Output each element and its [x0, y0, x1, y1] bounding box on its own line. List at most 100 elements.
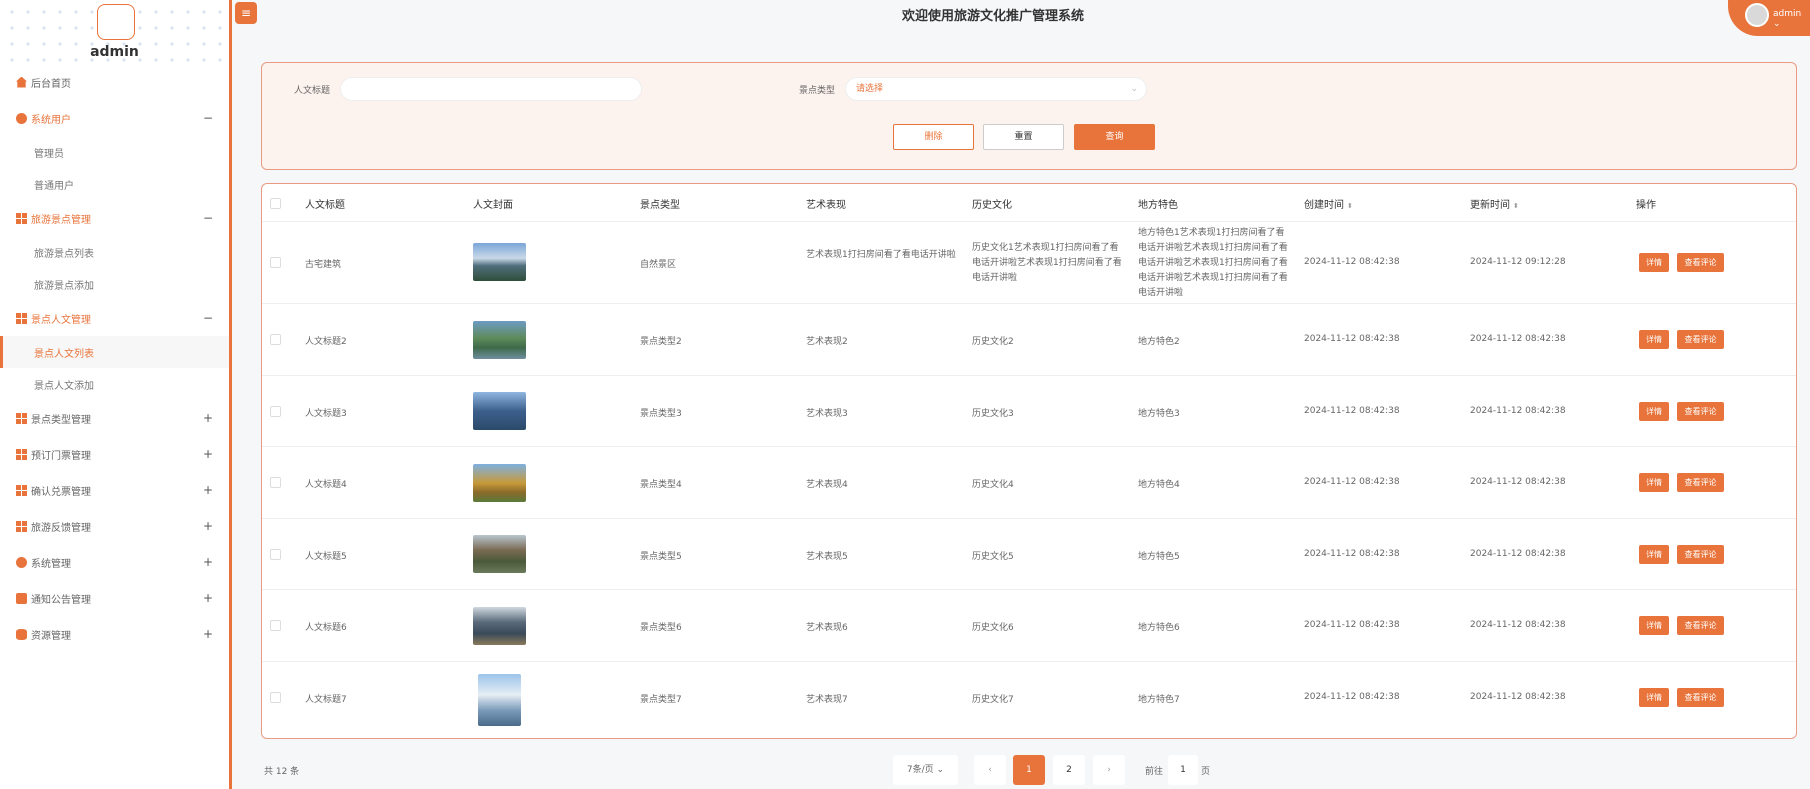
detail-button[interactable]: 详情 — [1639, 616, 1669, 635]
expand-icon[interactable]: + — [203, 591, 213, 605]
detail-button[interactable]: 详情 — [1639, 253, 1669, 272]
cell-updated: 2024-11-12 08:42:38 — [1470, 549, 1566, 559]
cell-history: 历史文化1艺术表现1打扫房间看了看电话开讲啦艺术表现1打扫房间看了看电话开讲啦 — [972, 243, 1122, 283]
page-title: 欢迎使用旅游文化推广管理系统 — [901, 9, 1084, 24]
goto-page-input[interactable]: 1 — [1168, 755, 1198, 785]
notice-icon — [16, 592, 27, 604]
grid-icon — [16, 484, 27, 496]
detail-button[interactable]: 详情 — [1639, 473, 1669, 492]
col-created-label: 创建时间 — [1304, 200, 1344, 211]
next-page-button[interactable]: › — [1093, 755, 1125, 785]
row-checkbox[interactable] — [270, 334, 281, 345]
reset-button[interactable]: 重置 — [983, 124, 1064, 150]
sidebar-item-spot-culture[interactable]: 景点人文管理 − — [0, 300, 229, 336]
cell-created: 2024-11-12 08:42:38 — [1304, 549, 1400, 559]
hamburger-icon[interactable]: ≡ — [235, 2, 257, 24]
sidebar-subitem-spot-list[interactable]: 旅游景点列表 — [0, 236, 229, 268]
detail-button[interactable]: 详情 — [1639, 402, 1669, 421]
cell-updated: 2024-11-12 08:42:38 — [1470, 334, 1566, 344]
view-comments-button[interactable]: 查看评论 — [1677, 402, 1724, 421]
search-panel: 人文标题 景点类型 请选择 ⌄ 删除 重置 查询 — [261, 62, 1797, 170]
table-row: 人文标题3 景点类型3 艺术表现3 历史文化3 地方特色3 2024-11-12… — [262, 376, 1796, 447]
sidebar-item-system-users[interactable]: 系统用户 − — [0, 100, 229, 136]
expand-icon[interactable]: + — [203, 519, 213, 533]
grid-icon — [16, 212, 27, 224]
row-checkbox[interactable] — [270, 257, 281, 268]
view-comments-button[interactable]: 查看评论 — [1677, 473, 1724, 492]
detail-button[interactable]: 详情 — [1639, 545, 1669, 564]
row-checkbox[interactable] — [270, 477, 281, 488]
total-count: 共 12 条 — [264, 767, 300, 777]
sidebar-subitem-spot-add[interactable]: 旅游景点添加 — [0, 268, 229, 300]
sidebar-item-system[interactable]: 系统管理 + — [0, 544, 229, 580]
expand-icon[interactable]: + — [203, 555, 213, 569]
view-comments-button[interactable]: 查看评论 — [1677, 253, 1724, 272]
row-checkbox[interactable] — [270, 549, 281, 560]
table-row: 人文标题5 景点类型5 艺术表现5 历史文化5 地方特色5 2024-11-12… — [262, 519, 1796, 590]
expand-icon[interactable]: + — [203, 627, 213, 641]
col-updated[interactable]: 更新时间 ⬍ — [1470, 196, 1519, 211]
prev-page-button[interactable]: ‹ — [974, 755, 1006, 785]
sidebar-item-home[interactable]: 后台首页 — [0, 64, 229, 100]
type-select[interactable]: 请选择 ⌄ — [845, 77, 1147, 101]
expand-icon[interactable]: + — [203, 447, 213, 461]
sort-icon[interactable]: ⬍ — [1347, 202, 1353, 210]
col-title: 人文标题 — [305, 200, 345, 211]
row-checkbox[interactable] — [270, 620, 281, 631]
row-checkbox[interactable] — [270, 692, 281, 703]
title-search-input[interactable] — [340, 77, 642, 101]
cell-updated: 2024-11-12 09:12:28 — [1470, 257, 1566, 267]
sidebar-item-feedback[interactable]: 旅游反馈管理 + — [0, 508, 229, 544]
sidebar-subitem-culture-add[interactable]: 景点人文添加 — [0, 368, 229, 400]
detail-button[interactable]: 详情 — [1639, 330, 1669, 349]
cell-local: 地方特色4 — [1138, 480, 1180, 490]
sidebar-item-notice[interactable]: 通知公告管理 + — [0, 580, 229, 616]
select-all-checkbox[interactable] — [270, 198, 281, 209]
page-size-select[interactable]: 7条/页 ⌄ — [893, 755, 958, 785]
expand-icon[interactable]: + — [203, 411, 213, 425]
collapse-icon[interactable]: − — [203, 111, 213, 125]
sidebar-item-ticket-booking[interactable]: 预订门票管理 + — [0, 436, 229, 472]
expand-icon[interactable]: + — [203, 483, 213, 497]
page-1-button[interactable]: 1 — [1013, 755, 1045, 785]
page-2-button[interactable]: 2 — [1053, 755, 1085, 785]
cell-title: 人文标题6 — [305, 623, 347, 633]
sidebar-subitem-culture-list[interactable]: 景点人文列表 — [0, 336, 229, 368]
sidebar-subitem-admins[interactable]: 管理员 — [0, 136, 229, 168]
grid-icon — [16, 312, 27, 324]
sidebar-item-label: 确认兑票管理 — [31, 486, 91, 498]
sidebar-item-resources[interactable]: 资源管理 + — [0, 616, 229, 652]
cell-history: 历史文化7 — [972, 695, 1014, 705]
sidebar-item-spot-types[interactable]: 景点类型管理 + — [0, 400, 229, 436]
view-comments-button[interactable]: 查看评论 — [1677, 545, 1724, 564]
cell-created: 2024-11-12 08:42:38 — [1304, 692, 1400, 702]
sidebar-item-label: 旅游景点管理 — [31, 214, 91, 226]
collapse-icon[interactable]: − — [203, 211, 213, 225]
view-comments-button[interactable]: 查看评论 — [1677, 330, 1724, 349]
view-comments-button[interactable]: 查看评论 — [1677, 688, 1724, 707]
detail-button[interactable]: 详情 — [1639, 688, 1669, 707]
col-created[interactable]: 创建时间 ⬍ — [1304, 196, 1353, 211]
karst-river-image — [473, 607, 526, 645]
collapse-icon[interactable]: − — [203, 311, 213, 325]
cell-local: 地方特色1艺术表现1打扫房间看了看电话开讲啦艺术表现1打扫房间看了看电话开讲啦艺… — [1138, 228, 1288, 298]
row-checkbox[interactable] — [270, 406, 281, 417]
cell-type: 景点类型3 — [640, 409, 682, 419]
cell-art: 艺术表现7 — [806, 695, 848, 705]
sidebar-item-scenic-spots[interactable]: 旅游景点管理 − — [0, 200, 229, 236]
sidebar-header: admin — [0, 0, 229, 64]
sort-icon[interactable]: ⬍ — [1513, 202, 1519, 210]
user-menu[interactable]: admin ⌄ — [1728, 0, 1810, 36]
cell-local: 地方特色7 — [1138, 695, 1180, 705]
cell-updated: 2024-11-12 08:42:38 — [1470, 692, 1566, 702]
sidebar-subitem-users[interactable]: 普通用户 — [0, 168, 229, 200]
cell-updated: 2024-11-12 08:42:38 — [1470, 406, 1566, 416]
view-comments-button[interactable]: 查看评论 — [1677, 616, 1724, 635]
river-hills-image — [473, 321, 526, 359]
sidebar-item-ticket-redeem[interactable]: 确认兑票管理 + — [0, 472, 229, 508]
grid-icon — [16, 520, 27, 532]
col-cover: 人文封面 — [473, 200, 513, 211]
sidebar-item-label: 资源管理 — [31, 630, 71, 642]
query-button[interactable]: 查询 — [1074, 124, 1155, 150]
delete-button[interactable]: 删除 — [893, 124, 974, 150]
